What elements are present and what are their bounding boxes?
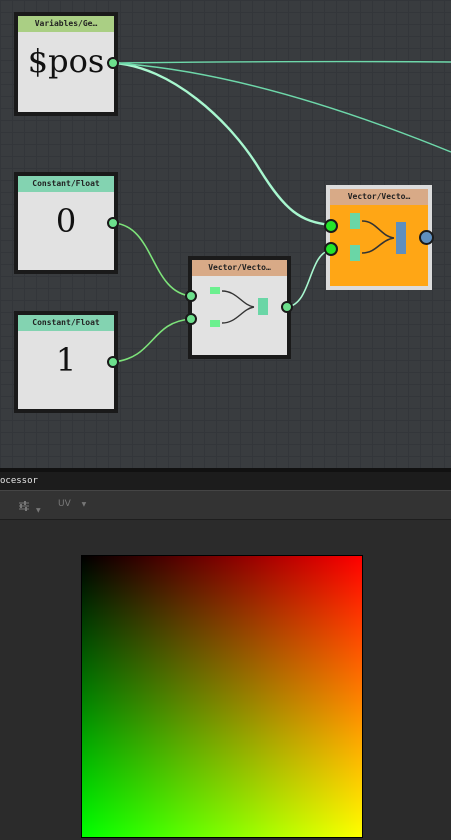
node-value: $pos bbox=[27, 42, 105, 80]
uv-gradient-preview bbox=[81, 555, 363, 838]
settings-sliders-icon[interactable] bbox=[18, 500, 30, 515]
wire-pos-offscreen-1 bbox=[112, 60, 451, 64]
wire-const1-to-vector bbox=[112, 318, 192, 363]
wire-vector-to-vector bbox=[286, 249, 332, 308]
wire-const0-to-vector bbox=[112, 222, 192, 297]
wire-pos-to-vector bbox=[112, 61, 332, 227]
node-graph-canvas[interactable]: Variables/Ge… $pos Constant/Float 0 Cons… bbox=[0, 0, 451, 468]
preview-panel bbox=[0, 520, 451, 840]
input-port-w[interactable] bbox=[324, 242, 338, 256]
node-constant-float-1[interactable]: Constant/Float 1 bbox=[14, 311, 118, 413]
node-constant-float-0[interactable]: Constant/Float 0 bbox=[14, 172, 118, 274]
node-value: 0 bbox=[55, 202, 77, 240]
input-port-xyz[interactable] bbox=[324, 219, 338, 233]
combine-icon bbox=[350, 213, 406, 261]
node-header: Constant/Float bbox=[18, 315, 114, 331]
node-header: Constant/Float bbox=[18, 176, 114, 192]
chevron-down-icon[interactable]: ▼ bbox=[36, 507, 41, 514]
uv-label: UV bbox=[58, 499, 71, 509]
input-port-x[interactable] bbox=[185, 290, 197, 302]
sliders-icon bbox=[19, 501, 29, 511]
combine-icon bbox=[210, 287, 268, 327]
node-vector-small[interactable]: Vector/Vecto… bbox=[188, 256, 291, 359]
panel-tab-title[interactable]: ocessor bbox=[0, 472, 38, 490]
output-port[interactable] bbox=[419, 230, 434, 245]
output-port[interactable] bbox=[107, 356, 119, 368]
panel-tab-bar: ocessor bbox=[0, 472, 451, 490]
panel-toolbar: ▼ UV ▼ bbox=[0, 490, 451, 520]
node-header: Variables/Ge… bbox=[18, 16, 114, 32]
output-port[interactable] bbox=[281, 301, 293, 313]
output-port[interactable] bbox=[107, 217, 119, 229]
node-vector-selected[interactable]: Vector/Vecto… bbox=[326, 185, 432, 290]
input-port-y[interactable] bbox=[185, 313, 197, 325]
node-value: 1 bbox=[55, 341, 77, 379]
chevron-down-icon: ▼ bbox=[81, 501, 87, 508]
uv-dropdown[interactable]: UV ▼ bbox=[58, 499, 86, 509]
node-variable-pos[interactable]: Variables/Ge… $pos bbox=[14, 12, 118, 116]
output-port[interactable] bbox=[107, 57, 119, 69]
